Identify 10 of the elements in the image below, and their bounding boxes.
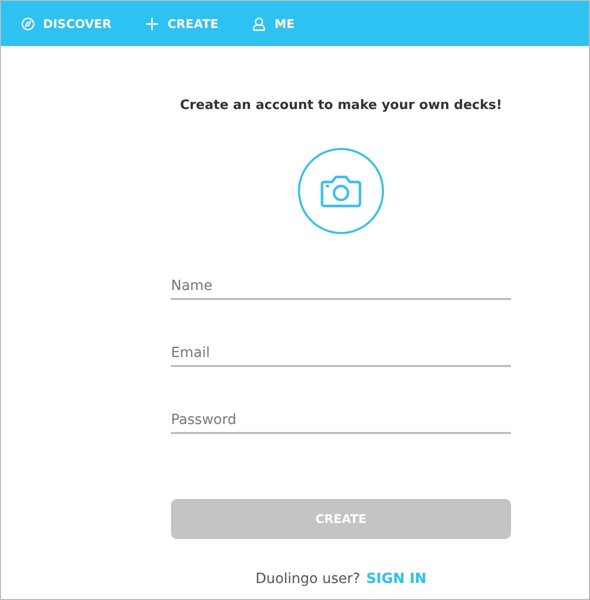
plus-icon bbox=[145, 16, 160, 30]
nav-link[interactable]: DISCOVER bbox=[21, 16, 112, 30]
compass-icon bbox=[21, 16, 35, 30]
footer-text: Duolingo user? bbox=[255, 571, 360, 587]
nav-link[interactable]: CREATE bbox=[145, 16, 218, 30]
camera-icon bbox=[320, 174, 362, 208]
nav-link[interactable]: ME bbox=[252, 16, 295, 30]
sign-in-link[interactable]: SIGN IN bbox=[366, 571, 427, 587]
person-icon bbox=[252, 16, 266, 30]
page-heading: Create an account to make your own decks! bbox=[180, 98, 502, 113]
